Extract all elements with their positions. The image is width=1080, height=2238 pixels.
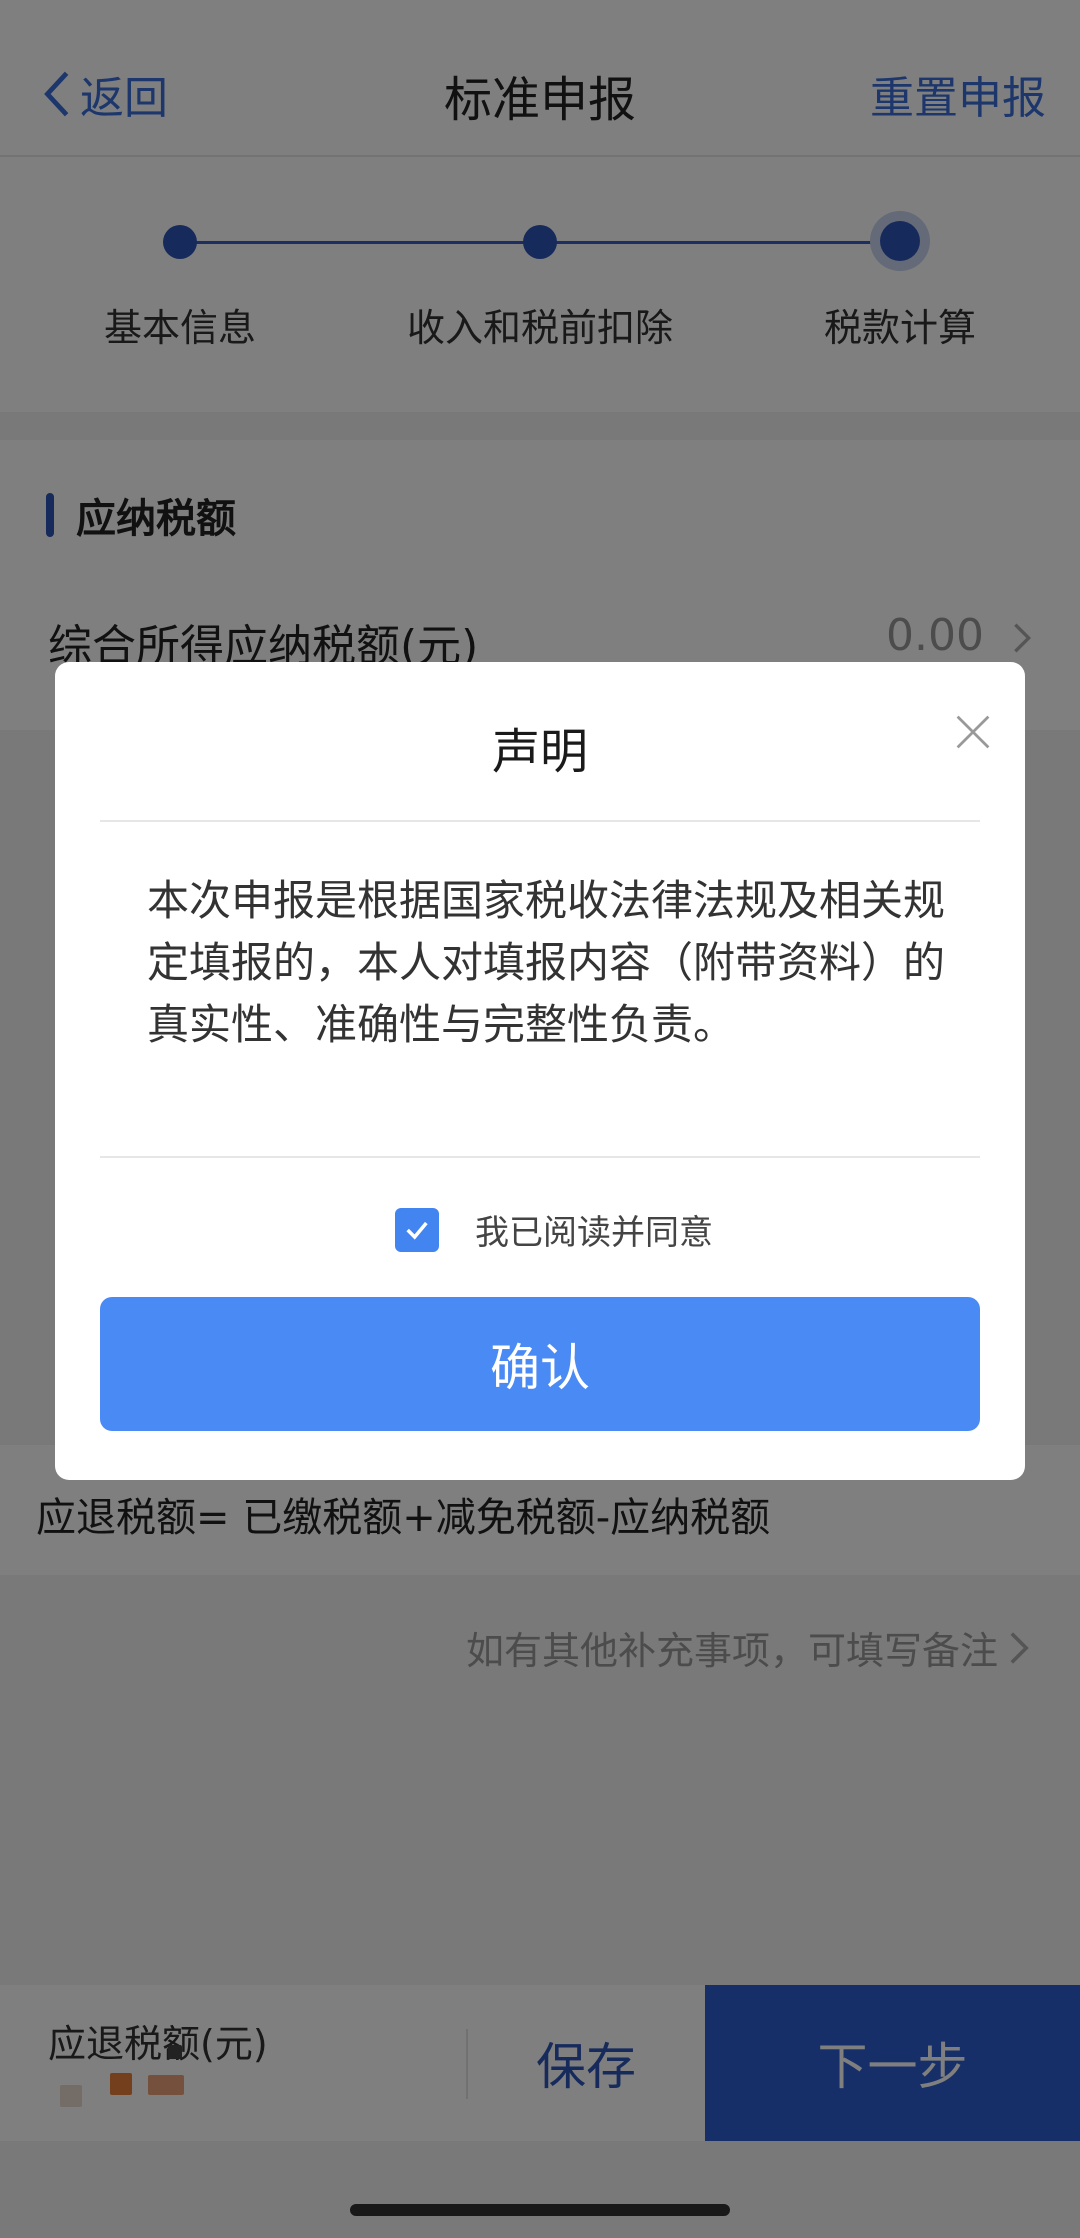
- divider: [100, 1156, 980, 1158]
- close-icon[interactable]: [951, 710, 995, 754]
- dialog-title: 声明: [491, 724, 588, 780]
- divider: [100, 820, 980, 822]
- dialog-body: 本次申报是根据国家税收法律法规及相关规定填报的，本人对填报内容（附带资料）的真实…: [147, 876, 946, 1049]
- agree-checkbox-row[interactable]: 我已阅读并同意: [395, 1205, 713, 1254]
- confirm-button[interactable]: 确认: [100, 1297, 980, 1431]
- check-icon: [406, 1221, 428, 1240]
- declaration-dialog: 声明 本次申报是根据国家税收法律法规及相关规定填报的，本人对填报内容（附带资料）…: [55, 662, 1025, 1480]
- agree-checkbox[interactable]: [395, 1207, 439, 1252]
- agree-label: 我已阅读并同意: [475, 1213, 713, 1253]
